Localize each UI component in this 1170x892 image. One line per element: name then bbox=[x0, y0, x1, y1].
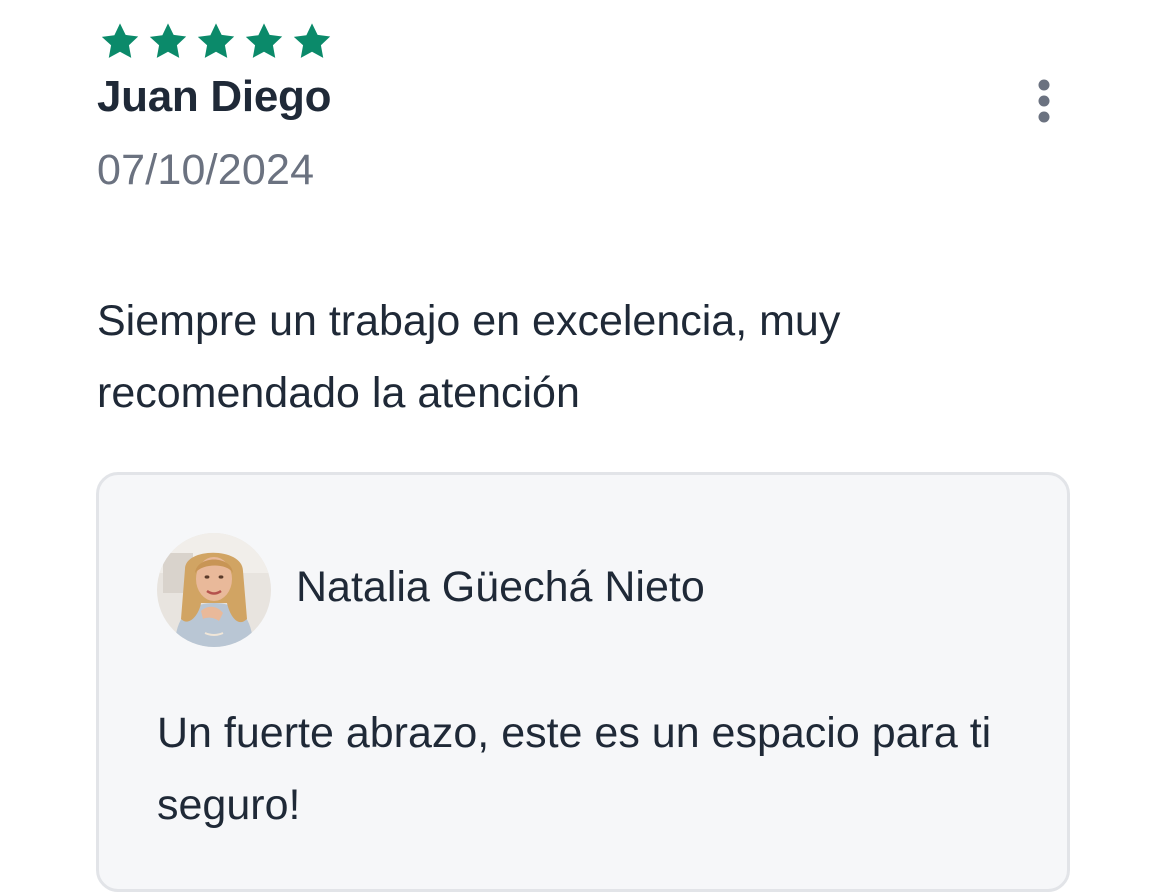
more-options-button[interactable] bbox=[1024, 76, 1064, 126]
review-text: Siempre un trabajo en excelencia, muy re… bbox=[97, 297, 841, 417]
review-date: 07/10/2024 bbox=[97, 146, 315, 194]
avatar bbox=[157, 533, 271, 647]
more-vertical-icon bbox=[1024, 76, 1064, 126]
star-icon bbox=[148, 22, 188, 60]
star-rating bbox=[100, 22, 332, 60]
star-icon bbox=[244, 22, 284, 60]
star-icon bbox=[292, 22, 332, 60]
star-icon bbox=[196, 22, 236, 60]
responder-name: Natalia Güechá Nieto bbox=[296, 563, 705, 611]
reviewer-name: Juan Diego bbox=[97, 72, 332, 121]
star-icon bbox=[100, 22, 140, 60]
reply-text: Un fuerte abrazo, este es un espacio par… bbox=[157, 709, 992, 829]
owner-reply-card: Natalia Güechá Nieto Un fuerte abrazo, e… bbox=[96, 472, 1070, 892]
